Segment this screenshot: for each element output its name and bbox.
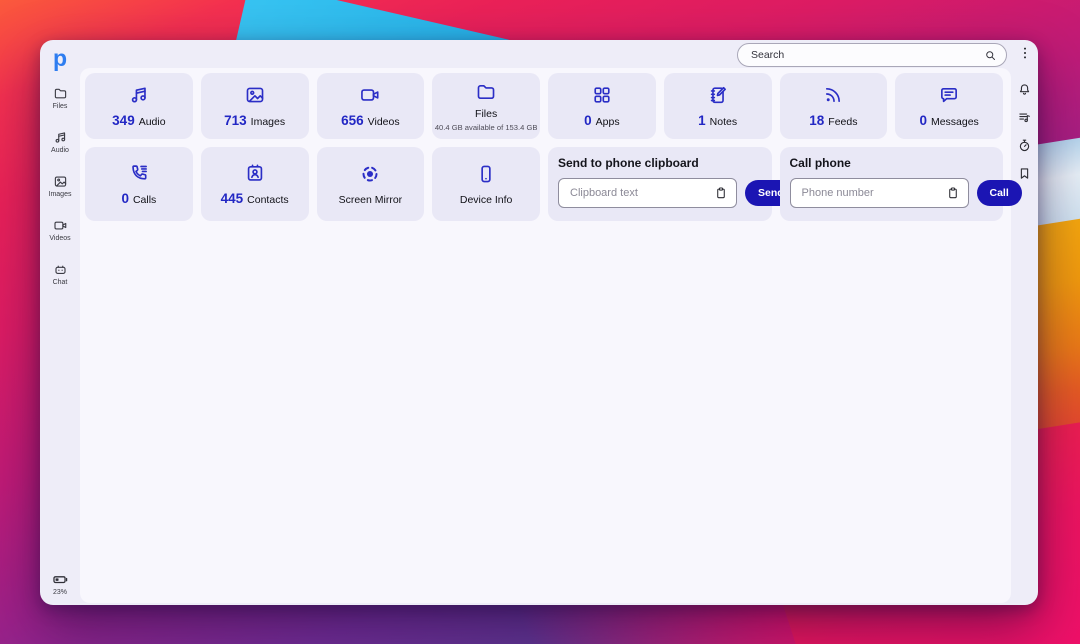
card-label: Contacts: [247, 194, 289, 206]
app-window: p Search Files Audio Images Videos Chat 23% …: [40, 40, 1038, 605]
phone-number-input[interactable]: [799, 186, 946, 200]
toolbar-item-notifications[interactable]: [1017, 82, 1032, 97]
card-count: 349: [112, 113, 135, 128]
call-button[interactable]: Call: [976, 180, 1022, 206]
app-logo: p: [53, 45, 67, 71]
screen-mirror-icon: [359, 163, 381, 185]
card-count: 656: [341, 113, 364, 128]
card-label: Screen Mirror: [338, 193, 403, 206]
card-videos[interactable]: 656 Videos: [316, 73, 425, 139]
card-label: Calls: [132, 194, 157, 206]
phone-lines-icon: [128, 162, 150, 184]
main-content: 349 Audio 713 Images 656 Videos Files 40.4 GB a…: [80, 68, 1022, 603]
card-contacts[interactable]: 445 Contacts: [200, 147, 309, 221]
toolbar-item-media-queue[interactable]: [1017, 110, 1032, 125]
sidebar-item-label: Files: [52, 103, 68, 110]
card-label: Feeds: [828, 116, 858, 128]
robot-chat-icon: [53, 262, 68, 277]
card-images[interactable]: 713 Images: [200, 73, 309, 139]
card-count: 1: [698, 113, 706, 128]
card-count: 713: [224, 113, 247, 128]
sidebar-item-label: Audio: [51, 147, 69, 154]
card-messages[interactable]: 0 Messages: [895, 73, 1003, 139]
toolbar-item-timer[interactable]: [1017, 138, 1032, 153]
card-label: Notes: [709, 116, 738, 128]
rss-icon: [822, 84, 844, 106]
clipboard-icon[interactable]: [946, 186, 960, 200]
call-phone-panel: Call phone Call: [779, 147, 1022, 221]
sidebar-item-label: Videos: [49, 235, 71, 242]
kebab-menu-icon: [1017, 45, 1033, 61]
bell-icon: [1017, 82, 1032, 97]
video-camera-icon: [359, 84, 381, 106]
phone-number-field[interactable]: [789, 178, 969, 208]
battery-icon: [52, 571, 69, 588]
folder-icon: [53, 86, 68, 101]
card-calls[interactable]: 0 Calls: [85, 147, 193, 221]
card-count: 445: [220, 191, 244, 206]
card-label: Apps: [595, 116, 620, 128]
card-notes[interactable]: 1 Notes: [663, 73, 772, 139]
clipboard-text-input[interactable]: [568, 186, 714, 200]
call-phone-title: Call phone: [789, 156, 851, 170]
card-files[interactable]: Files 40.4 GB available of 153.4 GB: [432, 73, 540, 139]
sidebar-item-chat[interactable]: Chat: [53, 262, 68, 286]
card-label: Images: [250, 116, 286, 128]
sidebar-item-audio[interactable]: Audio: [51, 130, 69, 154]
sidebar-item-images[interactable]: Images: [48, 174, 72, 198]
stopwatch-icon: [1017, 138, 1032, 153]
card-feeds[interactable]: 18 Feeds: [779, 73, 888, 139]
card-sublabel: 40.4 GB available of 153.4 GB: [434, 122, 538, 132]
search-placeholder: Search: [751, 49, 785, 61]
sidebar-item-label: Chat: [52, 279, 68, 286]
clipboard-text-field[interactable]: [558, 178, 737, 208]
device-info-icon: [475, 163, 497, 185]
card-label: Videos: [367, 116, 400, 128]
clipboard-icon[interactable]: [714, 186, 728, 200]
card-label: Files: [475, 107, 498, 120]
sidebar-item-label: Images: [48, 191, 72, 198]
music-note-icon: [53, 130, 68, 145]
card-device-info[interactable]: Device Info: [432, 147, 540, 221]
toolbar-item-bookmarks[interactable]: [1017, 166, 1032, 181]
card-label: Device Info: [459, 193, 513, 206]
right-sidebar: [1011, 40, 1038, 605]
card-label: Messages: [930, 116, 979, 128]
card-count: 0: [584, 113, 592, 128]
message-icon: [938, 84, 960, 106]
card-screen-mirror[interactable]: Screen Mirror: [316, 147, 425, 221]
card-label: Audio: [138, 116, 166, 128]
playlist-music-icon: [1017, 110, 1032, 125]
image-icon: [244, 84, 266, 106]
card-audio[interactable]: 349 Audio: [85, 73, 193, 139]
card-apps[interactable]: 0 Apps: [548, 73, 656, 139]
folder-icon: [475, 81, 497, 103]
apps-grid-icon: [591, 84, 613, 106]
video-camera-icon: [53, 218, 68, 233]
image-icon: [53, 174, 68, 189]
battery-percent: 23%: [52, 589, 67, 596]
sidebar-item-videos[interactable]: Videos: [49, 218, 71, 242]
overflow-menu-button[interactable]: [1017, 45, 1033, 66]
send-clipboard-title: Send to phone clipboard: [558, 156, 699, 170]
battery-status: 23%: [52, 571, 69, 596]
contact-card-icon: [244, 162, 266, 184]
sidebar-item-files[interactable]: Files: [53, 86, 68, 110]
card-count: 0: [121, 191, 129, 206]
note-edit-icon: [707, 84, 729, 106]
card-count: 18: [809, 113, 825, 128]
search-icon: [984, 49, 997, 62]
card-count: 0: [919, 113, 927, 128]
music-note-icon: [128, 84, 150, 106]
left-sidebar: Files Audio Images Videos Chat 23%: [40, 76, 80, 605]
search-bar[interactable]: Search: [737, 43, 1007, 67]
send-clipboard-panel: Send to phone clipboard Send: [548, 147, 797, 221]
bookmark-icon: [1017, 166, 1032, 181]
